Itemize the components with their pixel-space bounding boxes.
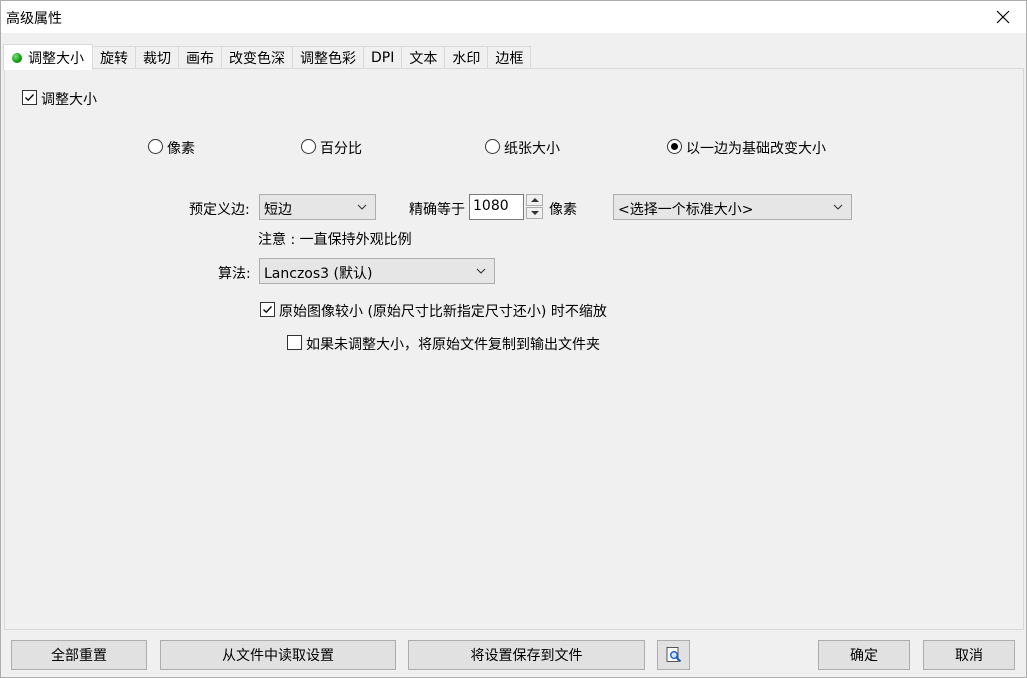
- exact-label: 精确等于: [409, 202, 465, 218]
- save-settings-label: 将设置保存到文件: [470, 648, 583, 664]
- resize-panel: 调整大小 像素 百分比 纸张大小 以一边为基础改变大小 预定义边: 短边 精确等…: [4, 68, 1024, 630]
- save-settings-button[interactable]: 将设置保存到文件: [408, 640, 645, 670]
- magnifier-preview-icon: [666, 647, 681, 663]
- enable-resize-label: 调整大小: [41, 92, 97, 108]
- algorithm-value: Lanczos3 (默认): [264, 266, 373, 282]
- window-title: 高级属性: [6, 11, 62, 27]
- tab-label: DPI: [371, 50, 395, 66]
- mode-percent-label: 百分比: [320, 141, 362, 157]
- tab-label: 改变色深: [229, 51, 285, 67]
- predefined-side-value: 短边: [264, 202, 292, 218]
- reset-all-button[interactable]: 全部重置: [11, 640, 147, 670]
- green-dot-icon: [12, 52, 22, 63]
- tab-rotate[interactable]: 旋转: [92, 46, 136, 69]
- tab-border[interactable]: 边框: [487, 46, 532, 69]
- load-settings-button[interactable]: 从文件中读取设置: [160, 640, 396, 670]
- mode-paper-size-radio[interactable]: [485, 139, 500, 154]
- tab-dpi[interactable]: DPI: [363, 46, 403, 69]
- title-bar: 高级属性: [1, 1, 1026, 33]
- preview-button[interactable]: [657, 640, 690, 670]
- checkmark-icon: [25, 94, 34, 102]
- tab-label: 水印: [452, 51, 481, 67]
- standard-size-combo[interactable]: <选择一个标准大小>: [613, 194, 852, 220]
- arrow-up-icon: [531, 198, 539, 202]
- chevron-down-icon: [476, 268, 486, 274]
- tab-label: 文本: [409, 51, 438, 67]
- tab-strip: 调整大小 旋转 裁切 画布 改变色深 调整色彩 DPI 文本 水印 边框: [3, 44, 532, 70]
- exact-size-input[interactable]: 1080: [469, 194, 524, 220]
- load-settings-label: 从文件中读取设置: [222, 648, 334, 664]
- close-icon: [996, 10, 1010, 24]
- mode-paper-size-label: 纸张大小: [504, 141, 560, 157]
- tab-text[interactable]: 文本: [401, 46, 446, 69]
- tab-canvas[interactable]: 画布: [178, 46, 222, 69]
- mode-pixels-radio[interactable]: [148, 139, 163, 154]
- mode-pixels-label: 像素: [167, 141, 195, 157]
- tab-label: 调整大小: [28, 50, 84, 67]
- tab-crop[interactable]: 裁切: [135, 46, 179, 69]
- tab-label: 调整色彩: [300, 51, 356, 67]
- cancel-button[interactable]: 取消: [923, 640, 1015, 670]
- unit-label: 像素: [549, 202, 577, 218]
- close-button[interactable]: [980, 1, 1026, 33]
- tab-resize[interactable]: 调整大小: [3, 44, 93, 70]
- spin-up-button[interactable]: [526, 194, 543, 206]
- copy-original-checkbox[interactable]: [287, 335, 302, 350]
- mode-one-side-radio[interactable]: [667, 139, 682, 154]
- tab-adjust-color[interactable]: 调整色彩: [292, 46, 364, 69]
- ok-label: 确定: [850, 648, 878, 664]
- predefined-side-label: 预定义边:: [189, 202, 250, 218]
- cancel-label: 取消: [955, 648, 983, 664]
- no-upscale-checkbox[interactable]: [260, 302, 275, 317]
- algorithm-combo[interactable]: Lanczos3 (默认): [259, 258, 495, 284]
- copy-original-label: 如果未调整大小，将原始文件复制到输出文件夹: [306, 337, 600, 353]
- predefined-side-combo[interactable]: 短边: [259, 194, 376, 220]
- dialog-window: 高级属性 调整大小 旋转 裁切 画布 改变色深 调整色彩 DPI 文本 水印 边…: [0, 0, 1027, 678]
- aspect-note: 注意 : 一直保持外观比例: [258, 232, 412, 248]
- tab-color-depth[interactable]: 改变色深: [221, 46, 293, 69]
- ok-button[interactable]: 确定: [818, 640, 910, 670]
- tab-label: 边框: [495, 51, 524, 67]
- reset-all-label: 全部重置: [51, 648, 107, 664]
- checkmark-icon: [263, 306, 272, 314]
- exact-size-value: 1080: [473, 198, 509, 214]
- mode-percent-radio[interactable]: [301, 139, 316, 154]
- mode-one-side-label: 以一边为基础改变大小: [686, 141, 826, 157]
- spin-down-button[interactable]: [526, 207, 543, 219]
- chevron-down-icon: [833, 204, 843, 210]
- arrow-down-icon: [531, 211, 539, 215]
- tab-label: 裁切: [143, 51, 171, 67]
- tab-label: 旋转: [100, 51, 128, 67]
- chevron-down-icon: [357, 204, 367, 210]
- standard-size-value: <选择一个标准大小>: [618, 202, 754, 218]
- enable-resize-checkbox[interactable]: [22, 90, 37, 105]
- algorithm-label: 算法:: [218, 266, 251, 282]
- tab-label: 画布: [186, 51, 214, 67]
- no-upscale-label: 原始图像较小 (原始尺寸比新指定尺寸还小) 时不缩放: [279, 304, 607, 320]
- tab-watermark[interactable]: 水印: [444, 46, 489, 69]
